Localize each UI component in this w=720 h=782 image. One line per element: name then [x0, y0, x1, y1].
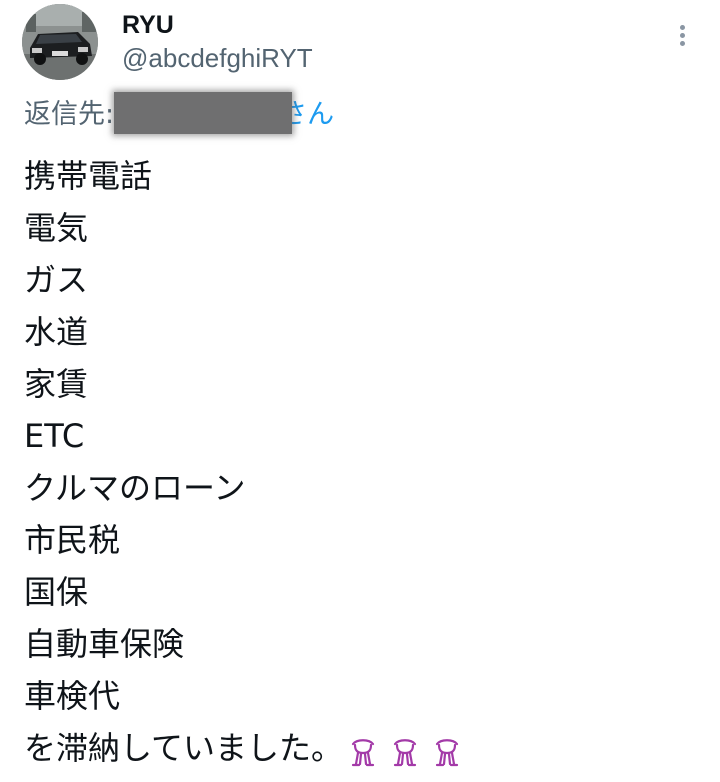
tweet-line: クルマのローン — [24, 469, 246, 507]
emoji-row — [347, 724, 473, 776]
reply-context: 返信先: さん — [24, 91, 334, 136]
tweet-line: 携帯電話 — [24, 157, 153, 195]
author-handle[interactable]: @abcdefghiRYT — [122, 42, 313, 74]
tweet-line: 自動車保険 — [24, 625, 185, 663]
tweet-line-last: を滞納していました。 — [24, 722, 704, 774]
author-name[interactable]: RYU — [122, 10, 174, 40]
bowing-person-icon — [351, 739, 375, 767]
tweet-line: 水道 — [24, 313, 89, 351]
reply-target-link[interactable]: さん — [114, 91, 334, 134]
avatar[interactable] — [22, 4, 98, 80]
more-vertical-icon[interactable] — [672, 22, 692, 52]
tweet-line: ガス — [24, 261, 89, 299]
tweet-line: 市民税 — [24, 521, 121, 559]
tweet-line: 電気 — [24, 209, 89, 247]
tweet-header: RYU @abcdefghiRYT — [22, 4, 702, 84]
bowing-person-icon — [435, 739, 459, 767]
redacted-username-blur — [114, 91, 293, 134]
tweet-line: 車検代 — [24, 677, 121, 715]
reply-label: 返信先: — [24, 99, 115, 130]
bowing-person-icon — [393, 739, 417, 767]
car-avatar-icon — [22, 4, 98, 80]
tweet-line: 国保 — [24, 573, 89, 611]
tweet-line: 家賃 — [24, 365, 89, 403]
tweet-line: ETC — [24, 417, 85, 455]
tweet-text: 携帯電話 電気 ガス 水道 家賃 ETC クルマのローン 市民税 国保 自動車保… — [24, 150, 704, 774]
tweet-line: を滞納していました。 — [24, 729, 344, 767]
